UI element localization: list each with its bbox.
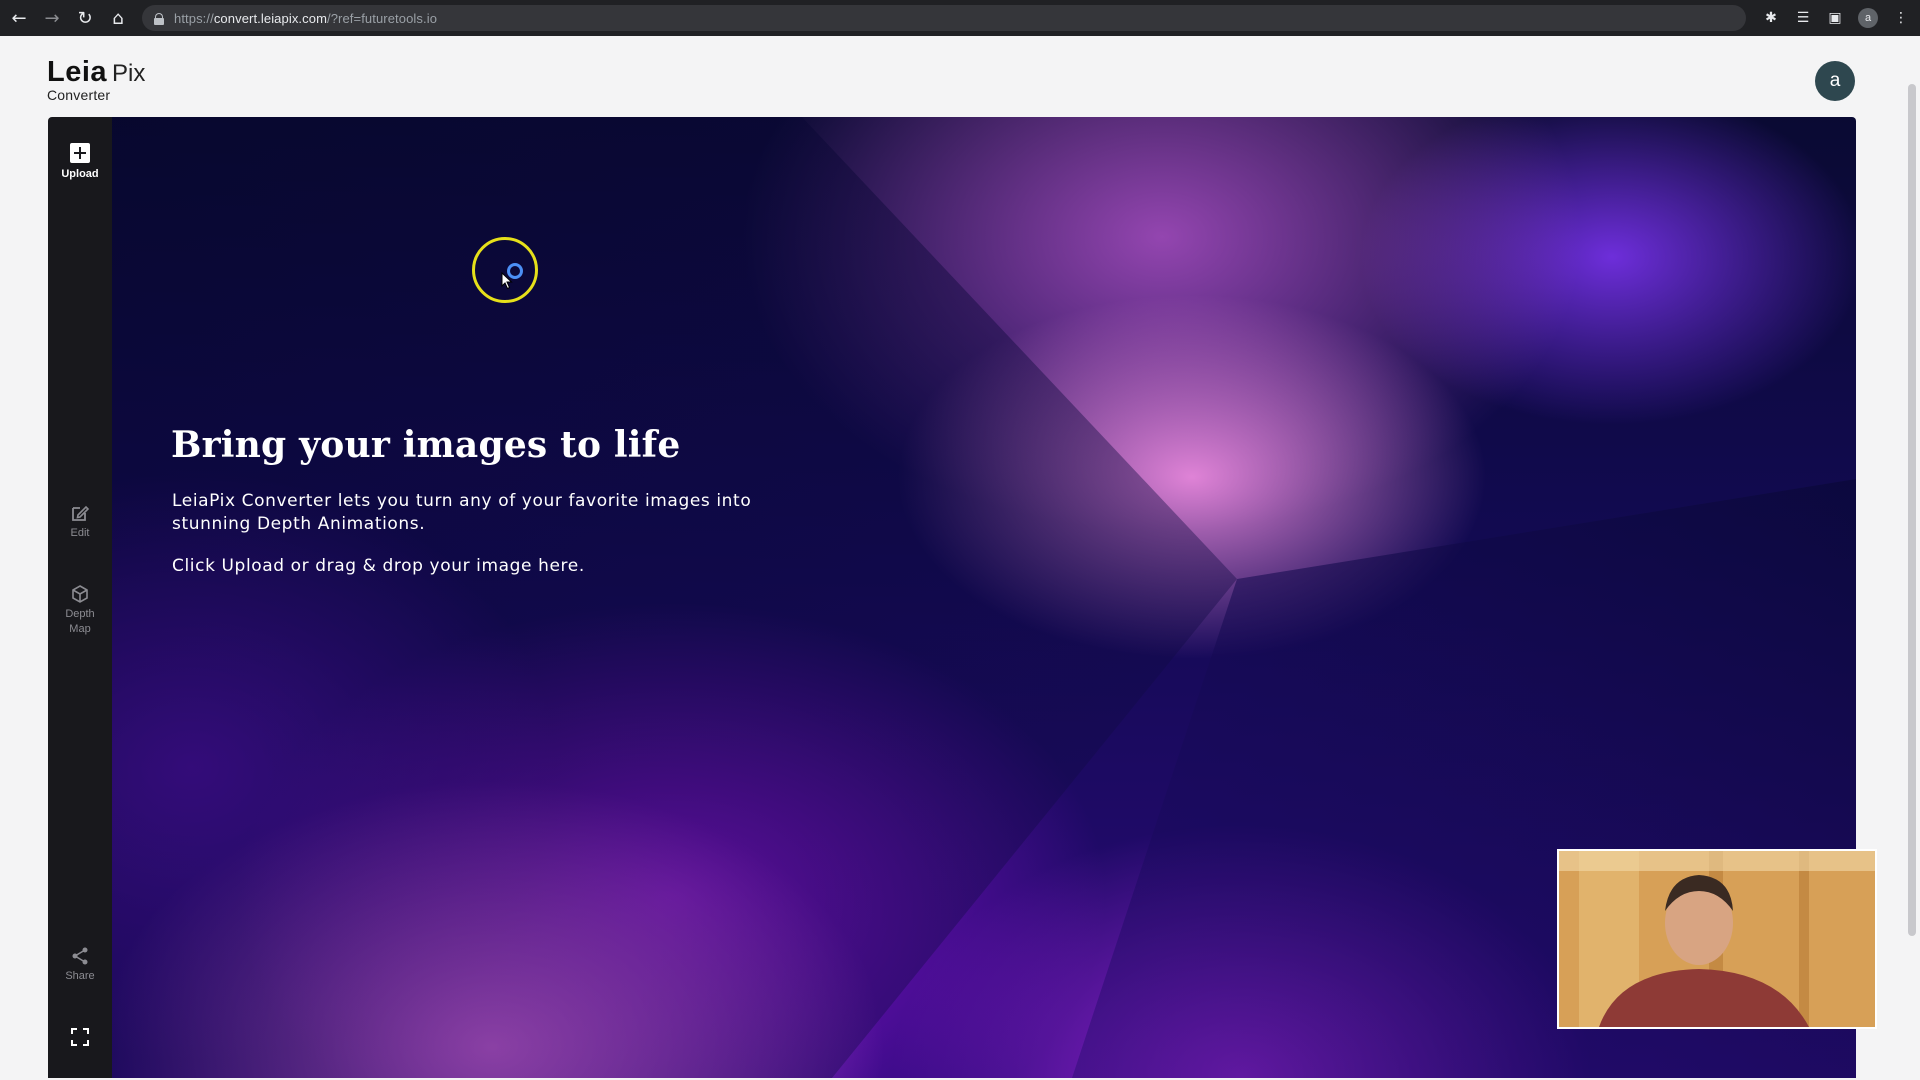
reading-list-icon[interactable]: ☰ bbox=[1794, 10, 1812, 26]
cursor-highlight bbox=[472, 237, 538, 303]
side-panel-icon[interactable]: ▣ bbox=[1826, 10, 1844, 26]
upload-button[interactable]: Upload bbox=[48, 143, 112, 182]
mouse-pointer-icon bbox=[501, 272, 513, 290]
home-icon[interactable]: ⌂ bbox=[104, 4, 132, 32]
url-text[interactable]: https://convert.leiapix.com/?ref=futuret… bbox=[174, 11, 437, 26]
user-avatar[interactable]: a bbox=[1815, 61, 1855, 101]
depth-label-line2: Map bbox=[69, 623, 91, 635]
hero-title: Bring your images to life bbox=[171, 424, 681, 466]
share-label: Share bbox=[65, 970, 95, 982]
edit-label: Edit bbox=[70, 527, 90, 539]
depth-map-icon bbox=[72, 585, 88, 603]
extensions-icon[interactable]: ✱ bbox=[1762, 10, 1780, 26]
depth-map-button[interactable]: Depth Map bbox=[48, 583, 112, 637]
upload-label: Upload bbox=[61, 168, 99, 180]
fullscreen-icon bbox=[71, 1028, 89, 1046]
tool-sidebar: Upload Edit Depth Map Share bbox=[48, 117, 112, 1078]
scrollbar-thumb[interactable] bbox=[1908, 84, 1916, 936]
edit-button[interactable]: Edit bbox=[48, 502, 112, 541]
webcam-overlay bbox=[1557, 849, 1877, 1029]
forward-arrow-icon[interactable]: → bbox=[38, 4, 66, 32]
profile-avatar[interactable]: a bbox=[1858, 8, 1878, 28]
plus-icon bbox=[70, 143, 90, 163]
upload-hint: Click Upload or drag & drop your image h… bbox=[172, 556, 585, 576]
lock-icon[interactable] bbox=[154, 12, 164, 25]
back-arrow-icon[interactable]: ← bbox=[5, 4, 33, 32]
address-bar[interactable]: https://convert.leiapix.com/?ref=futuret… bbox=[142, 5, 1746, 31]
share-button[interactable]: Share bbox=[48, 945, 112, 984]
browser-toolbar: ← → ↻ ⌂ https://convert.leiapix.com/?ref… bbox=[0, 0, 1920, 36]
kebab-menu-icon[interactable]: ⋮ bbox=[1892, 10, 1910, 26]
logo-leia-text: Leia bbox=[47, 56, 108, 88]
hero-description: LeiaPix Converter lets you turn any of y… bbox=[172, 491, 752, 534]
depth-label-line1: Depth bbox=[65, 608, 95, 620]
logo-subtitle: Converter bbox=[47, 87, 111, 103]
reload-icon[interactable]: ↻ bbox=[71, 4, 99, 32]
webcam-person-image bbox=[1559, 851, 1875, 1027]
share-icon bbox=[72, 947, 88, 965]
page-scrollbar[interactable] bbox=[1906, 36, 1920, 1080]
leiapix-logo[interactable]: Leia Pix Converter bbox=[47, 56, 145, 103]
logo-pix-text: Pix bbox=[112, 60, 146, 87]
fullscreen-button[interactable] bbox=[48, 1026, 112, 1050]
edit-icon bbox=[72, 505, 90, 521]
